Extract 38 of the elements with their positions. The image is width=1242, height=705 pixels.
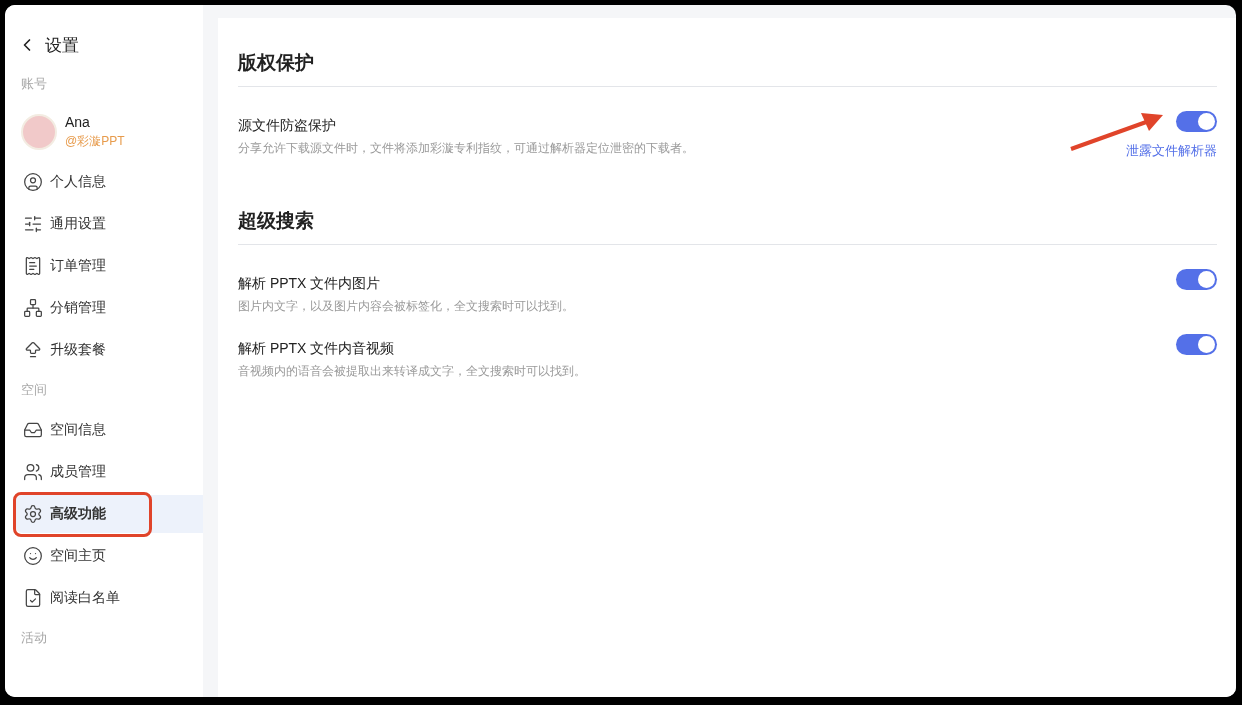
sidebar-item[interactable]: 个人信息: [15, 163, 203, 201]
section-label: 账号: [20, 75, 48, 93]
toggle-switch[interactable]: [1176, 111, 1217, 132]
section-label: 活动: [20, 629, 48, 647]
inbox-icon: [23, 420, 43, 440]
setting-description: 音视频内的语音会被提取出来转译成文字，全文搜索时可以找到。: [238, 364, 586, 379]
sliders-icon: [23, 214, 43, 234]
arrow-up-icon: [23, 340, 43, 360]
file-check-icon: [23, 588, 43, 608]
setting-title: 解析 PPTX 文件内图片: [238, 275, 382, 293]
receipt-icon: [23, 256, 43, 276]
user-icon: [23, 172, 43, 192]
sidebar-item[interactable]: 订单管理: [15, 247, 203, 285]
settings-icon: [23, 504, 43, 524]
section-title: 超级搜索: [238, 209, 315, 233]
sidebar-item[interactable]: 空间主页: [15, 537, 203, 575]
setting-description: 分享允许下载源文件时，文件将添加彩漩专利指纹，可通过解析器定位泄密的下载者。: [238, 141, 694, 156]
smile-icon: [23, 546, 43, 566]
section-label: 空间: [20, 381, 48, 399]
toggle-switch[interactable]: [1176, 269, 1217, 290]
sidebar-item[interactable]: 空间信息: [15, 411, 203, 449]
nodes-icon: [23, 298, 43, 318]
section-title: 版权保护: [238, 51, 315, 75]
sidebar-item[interactable]: 成员管理: [15, 453, 203, 491]
sidebar-item[interactable]: 升级套餐: [15, 331, 203, 369]
toggle-switch[interactable]: [1176, 334, 1217, 355]
setting-title: 解析 PPTX 文件内音视频: [238, 340, 396, 358]
sidebar-item[interactable]: 分销管理: [15, 289, 203, 327]
user-handle: @彩漩PPT: [65, 133, 125, 150]
setting-description: 图片内文字，以及图片内容会被标签化，全文搜索时可以找到。: [238, 299, 574, 314]
sidebar-item[interactable]: 阅读白名单: [15, 579, 203, 617]
users-icon: [23, 462, 43, 482]
setting-title: 源文件防盗保护: [238, 117, 337, 135]
page-title: 设置: [45, 34, 79, 57]
sidebar-item[interactable]: 通用设置: [15, 205, 203, 243]
user-name: Ana: [65, 114, 91, 130]
analyzer-link[interactable]: 泄露文件解析器: [1126, 142, 1217, 160]
avatar: [21, 114, 57, 150]
